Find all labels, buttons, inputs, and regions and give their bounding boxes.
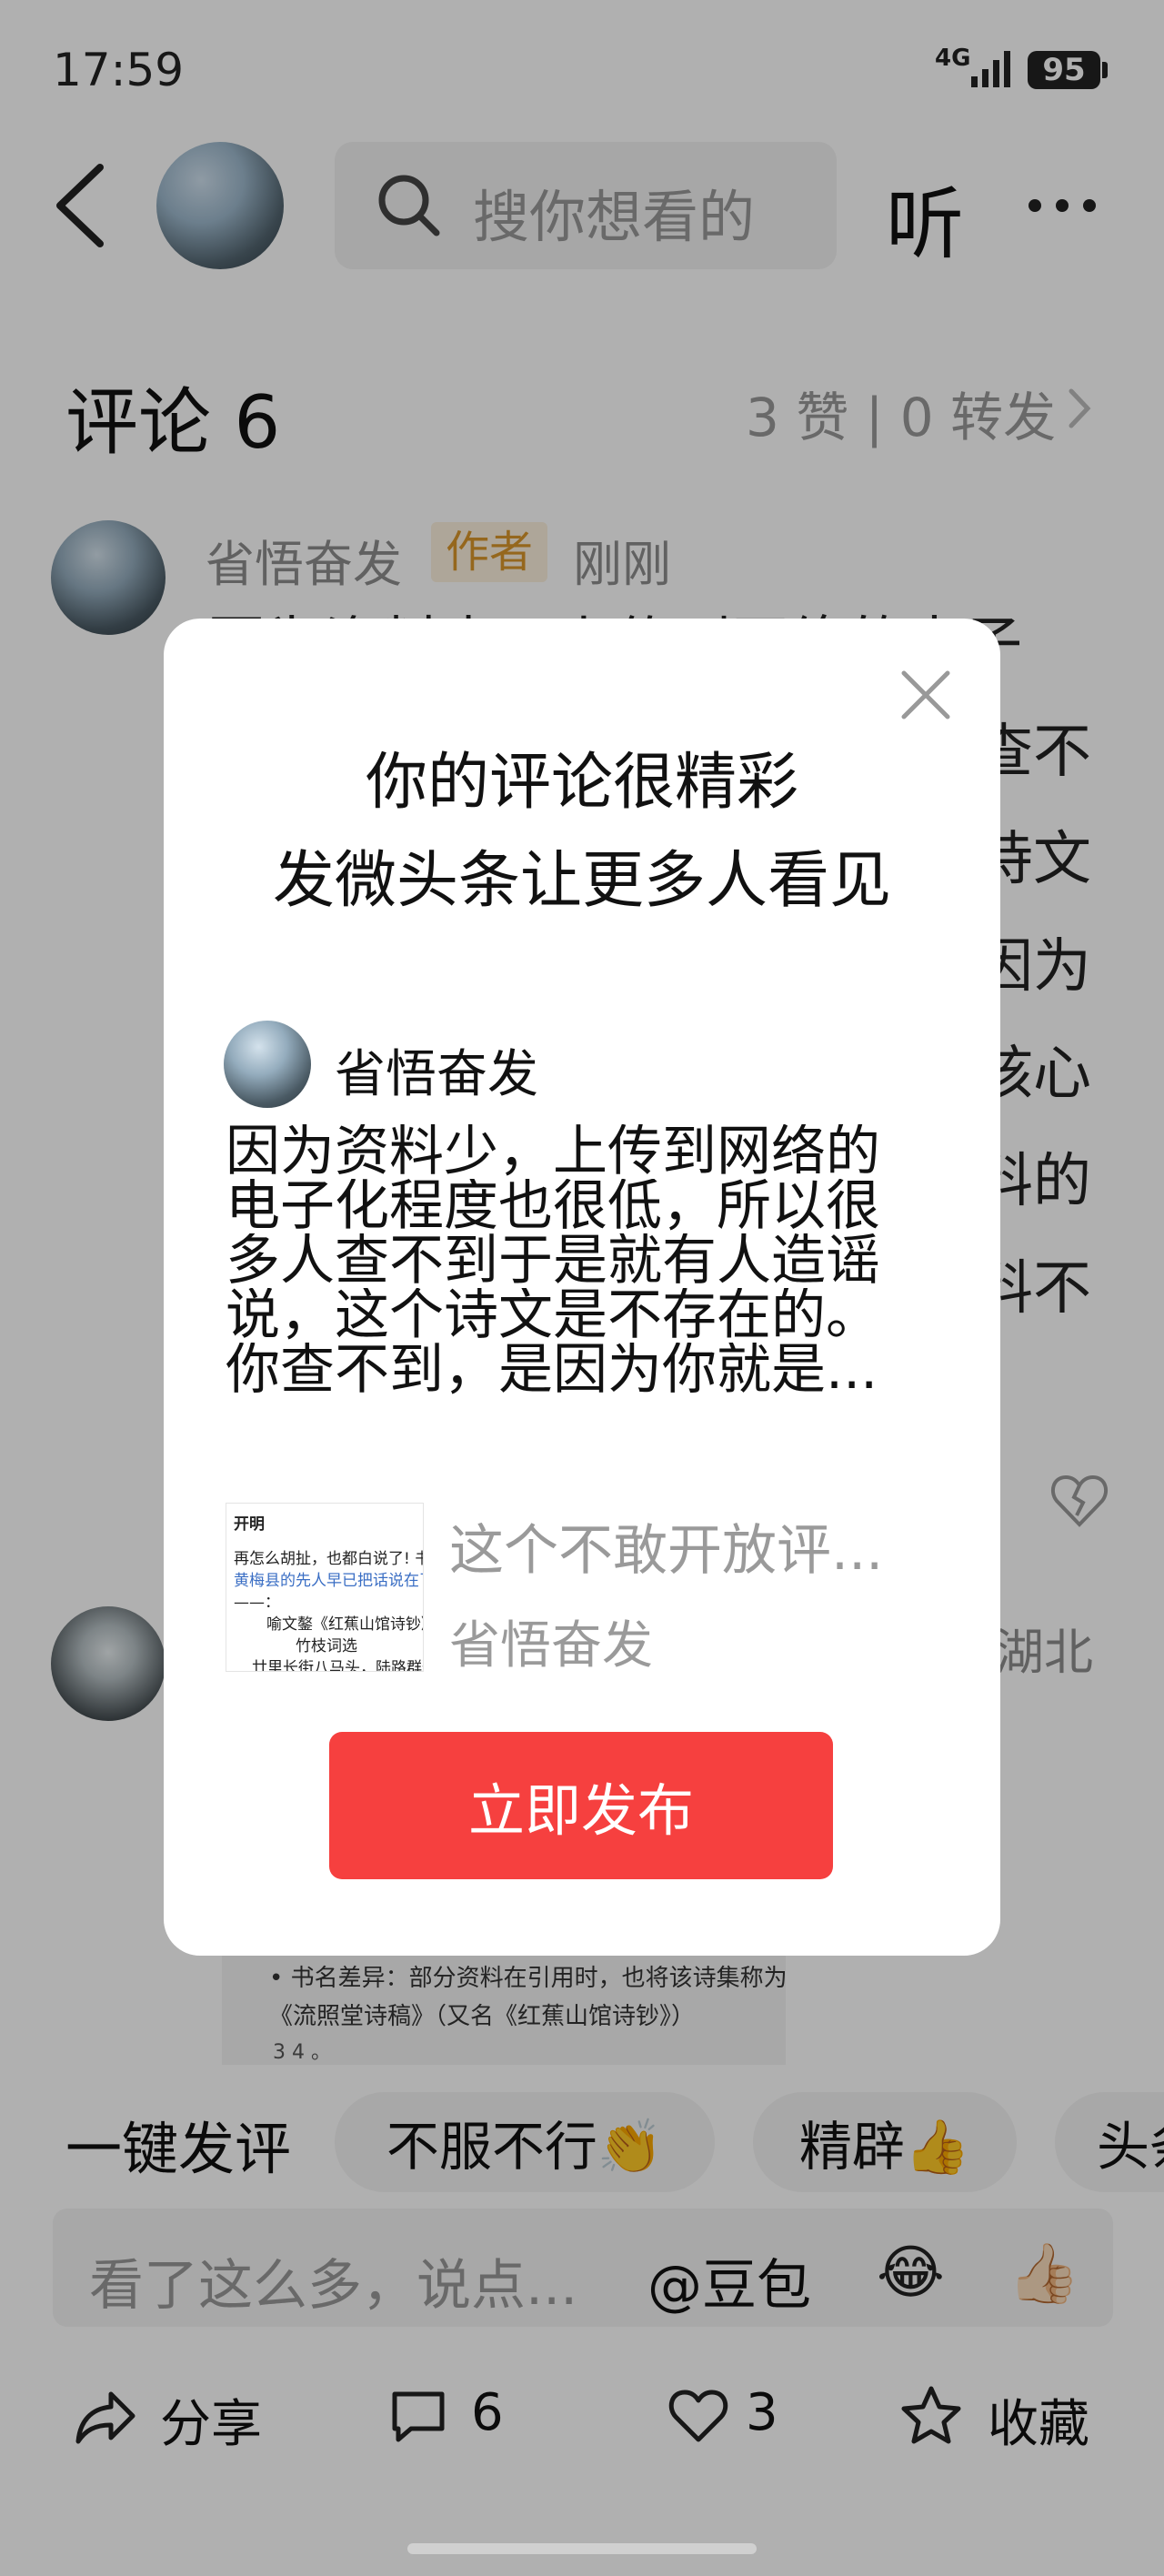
thumb-line: 喻文鏊《红蕉山馆诗钞》 <box>266 1615 424 1634</box>
dialog-title: 你的评论很精彩 <box>365 747 798 819</box>
dialog-author-name: 省悟奋发 <box>335 1045 538 1104</box>
home-indicator[interactable] <box>407 2543 757 2554</box>
thumb-line: 廿里长街八马头，陆路群聚 <box>252 1659 424 1672</box>
dialog-body-line: 电子化程度也很低，所以很 <box>226 1179 880 1233</box>
referenced-post-author: 省悟奋发 <box>449 1616 653 1675</box>
referenced-post-title: 这个不敢开放评... <box>449 1519 884 1583</box>
thumb-line: 开明 <box>234 1515 265 1534</box>
dialog-author-avatar <box>224 1021 311 1108</box>
thumb-line: 竹枝词选 <box>296 1637 357 1655</box>
publish-now-button[interactable]: 立即发布 <box>329 1732 833 1879</box>
thumb-line: 再怎么胡扯，也都白说了! 书 <box>234 1550 424 1568</box>
close-icon[interactable] <box>900 669 951 720</box>
dialog-body-line: 你查不到，是因为你就是... <box>226 1343 878 1397</box>
thumb-line: ——： <box>234 1594 280 1612</box>
dialog-body-line: 说，这个诗文是不存在的。 <box>226 1288 880 1343</box>
dialog-comment-body: 因为资料少，上传到网络的 电子化程度也很低，所以很 多人查不到于是就有人造谣 说… <box>226 1124 937 1397</box>
thumb-line: 黄梅县的先人早已把话说在了 <box>234 1572 424 1590</box>
dialog-subtitle: 发微头条让更多人看见 <box>272 845 891 917</box>
dialog-body-line: 因为资料少，上传到网络的 <box>226 1124 880 1179</box>
reference-thumbnail: 开明 再怎么胡扯，也都白说了! 书 黄梅县的先人早已把话说在了 ——： 喻文鏊《… <box>226 1503 424 1672</box>
dialog-body-line: 多人查不到于是就有人造谣 <box>226 1233 880 1288</box>
